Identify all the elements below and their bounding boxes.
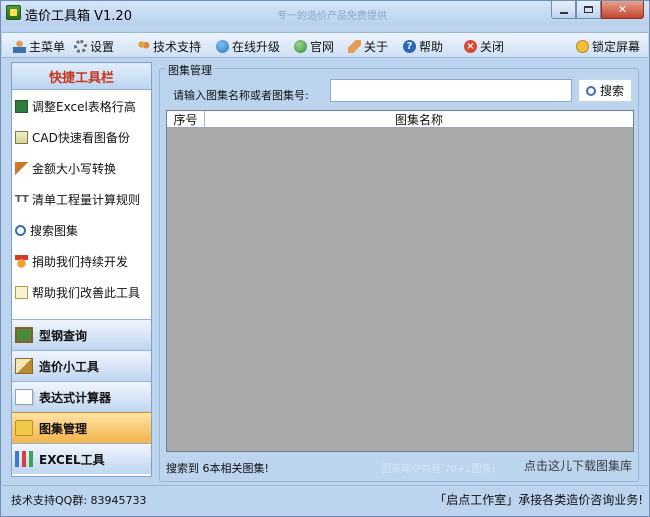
ruler-icon [15, 162, 28, 175]
quick-item-label: 清单工程量计算规则 [32, 193, 141, 207]
website-label: 官网 [310, 39, 335, 54]
search-icon [15, 225, 26, 236]
nav-item-cost-tools[interactable]: 造价小工具 [12, 350, 151, 381]
quick-item-label: 调整Excel表格行高 [32, 100, 136, 114]
nav-item-excel-tools[interactable]: EXCEL工具 [12, 443, 151, 474]
quick-item-amount-convert[interactable]: 金额大小写转换 [12, 153, 151, 184]
studio-text: 「启点工作室」承接各类造价咨询业务! [434, 493, 643, 507]
set-square-icon [15, 358, 33, 374]
left-panel: 快捷工具栏 调整Excel表格行高 CAD快速看图备份 金额大小写转换 TT 清… [11, 62, 152, 477]
status-bar: 技术支持QQ群: 83945733 「启点工作室」承接各类造价咨询业务! [2, 485, 648, 511]
search-button[interactable]: 搜索 [578, 79, 632, 102]
quick-item-excel-row-height[interactable]: 调整Excel表格行高 [12, 91, 151, 122]
close-button[interactable]: × 关闭 [464, 37, 504, 55]
maximize-button[interactable] [576, 1, 601, 19]
about-button[interactable]: 关于 [348, 37, 388, 55]
nav-item-expression-calculator[interactable]: 表达式计算器 [12, 381, 151, 412]
quick-tool-list: 调整Excel表格行高 CAD快速看图备份 金额大小写转换 TT 清单工程量计算… [12, 91, 151, 308]
website-button[interactable]: 官网 [294, 37, 334, 55]
nav-item-steel-query[interactable]: 型钢查询 [12, 319, 151, 350]
main-menu-label: 主菜单 [29, 39, 66, 54]
tech-support-button[interactable]: 技术支持 [137, 37, 201, 55]
minimize-icon [559, 11, 568, 14]
about-label: 关于 [364, 39, 389, 54]
group-title: 图集管理 [165, 62, 215, 78]
nav-stack: 型钢查询 造价小工具 表达式计算器 图集管理 EXCEL工具 [12, 319, 151, 474]
column-header-name[interactable]: 图集名称 [205, 111, 633, 127]
nav-item-label: 造价小工具 [39, 359, 100, 374]
column-header-number[interactable]: 序号 [167, 111, 205, 127]
quick-item-label: 搜索图集 [30, 224, 79, 238]
toolbar: 主菜单 设置 技术支持 在线升级 官网 关于 ? 帮助 × 关闭 锁定屏幕 [2, 32, 648, 58]
quick-item-label: CAD快速看图备份 [32, 131, 130, 145]
quick-item-feedback[interactable]: 帮助我们改善此工具 [12, 277, 151, 308]
lock-screen-label: 锁定屏幕 [592, 39, 641, 54]
nav-item-label: EXCEL工具 [39, 452, 105, 467]
search-label: 请输入图集名称或者图集号: [173, 89, 309, 102]
atlas-table[interactable]: 序号 图集名称 [166, 110, 634, 452]
window-title: 造价工具箱 V1.20 [25, 9, 132, 24]
lock-screen-button[interactable]: 锁定屏幕 [576, 37, 640, 55]
folder-icon [15, 420, 33, 436]
help-icon: ? [403, 39, 416, 53]
nav-item-label: 型钢查询 [39, 328, 88, 343]
tag-icon [348, 39, 361, 53]
board-icon [15, 327, 33, 343]
quick-item-label: 帮助我们改善此工具 [32, 286, 141, 300]
quick-item-cad-backup[interactable]: CAD快速看图备份 [12, 122, 151, 153]
nav-item-label: 图集管理 [39, 421, 88, 436]
search-button-label: 搜索 [599, 84, 624, 98]
atlas-total-text: 图集库中共有 70+2图集! [381, 464, 496, 475]
quick-item-label: 金额大小写转换 [32, 162, 117, 176]
title-bar: 造价工具箱 V1.20 专一的造价产品免费提供 ✕ [1, 1, 649, 25]
tech-support-label: 技术支持 [153, 39, 202, 54]
app-window: 造价工具箱 V1.20 专一的造价产品免费提供 ✕ 主菜单 设置 技术支持 在线… [0, 0, 650, 517]
nav-item-label: 表达式计算器 [39, 390, 112, 405]
minimize-button[interactable] [551, 1, 576, 19]
maximize-icon [584, 6, 593, 13]
close-x-icon: ✕ [617, 3, 628, 16]
quick-toolbar-header: 快捷工具栏 [12, 63, 151, 90]
result-count: 搜索到 6本相关图集! [166, 462, 269, 475]
globe-icon [216, 39, 229, 53]
website-icon [294, 39, 307, 53]
online-upgrade-label: 在线升级 [232, 39, 281, 54]
cad-icon [15, 131, 28, 144]
lock-icon [576, 39, 589, 53]
download-atlas-link[interactable]: 点击这儿下载图集库 [524, 457, 632, 474]
note-icon [15, 286, 28, 299]
settings-button[interactable]: 设置 [74, 37, 114, 55]
close-window-button[interactable]: ✕ [601, 1, 644, 19]
settings-label: 设置 [90, 39, 115, 54]
medal-icon [15, 255, 28, 268]
window-subtitle: 专一的造价产品免费提供 [277, 11, 387, 22]
app-icon [6, 5, 21, 20]
support-icon [137, 39, 150, 53]
bars-icon [15, 451, 33, 467]
table-header: 序号 图集名称 [167, 111, 633, 128]
close-icon: × [464, 39, 477, 53]
user-icon [13, 39, 26, 53]
nav-item-atlas-management[interactable]: 图集管理 [12, 412, 151, 443]
search-input[interactable] [330, 79, 572, 102]
gear-icon [74, 39, 87, 53]
online-upgrade-button[interactable]: 在线升级 [216, 37, 280, 55]
help-button[interactable]: ? 帮助 [403, 37, 443, 55]
tt-icon: TT [15, 194, 29, 205]
magnifier-icon [585, 85, 596, 96]
quick-item-search-atlas[interactable]: 搜索图集 [12, 215, 151, 246]
close-label: 关闭 [480, 39, 505, 54]
document-icon [15, 389, 33, 405]
main-menu-button[interactable]: 主菜单 [13, 37, 65, 55]
quick-item-quantity-rules[interactable]: TT 清单工程量计算规则 [12, 184, 151, 215]
excel-icon [15, 100, 28, 113]
support-qq-text: 技术支持QQ群: 83945733 [11, 494, 147, 507]
help-label: 帮助 [419, 39, 444, 54]
quick-item-donate[interactable]: 捐助我们持续开发 [12, 246, 151, 277]
quick-item-label: 捐助我们持续开发 [32, 255, 129, 269]
